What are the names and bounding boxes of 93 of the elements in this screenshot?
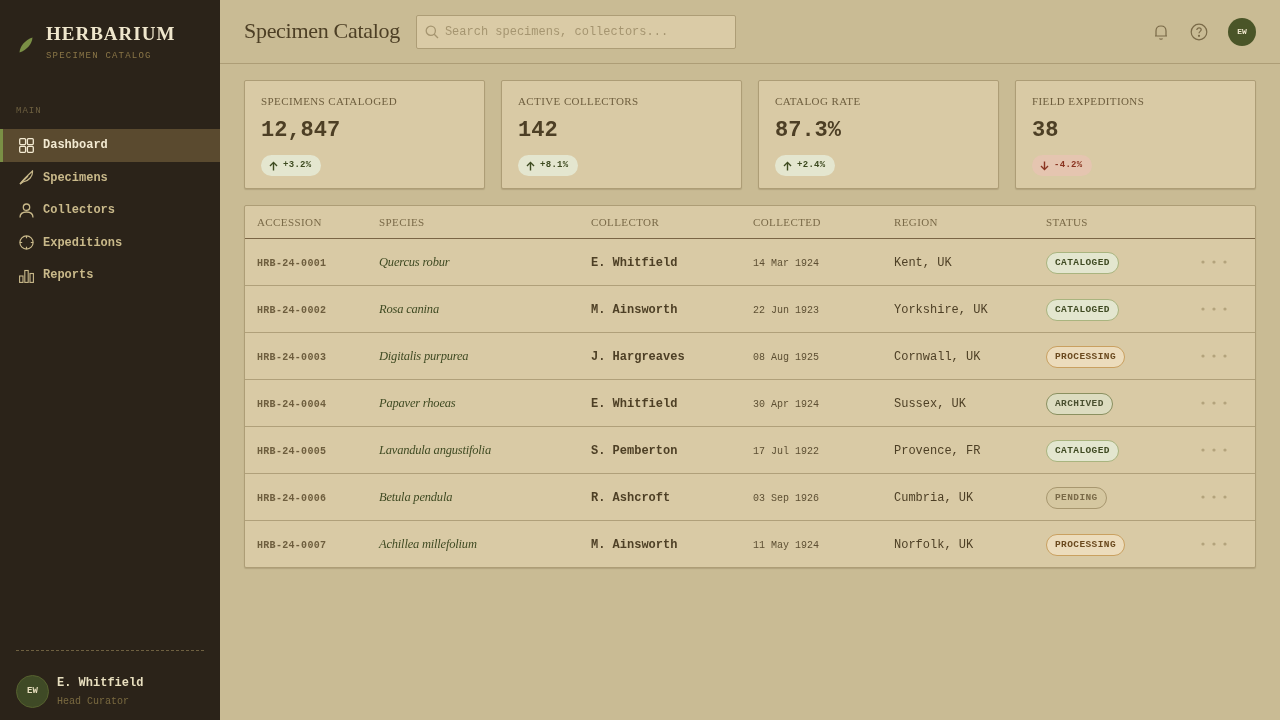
grid-icon (19, 137, 34, 153)
bell-icon[interactable] (1152, 22, 1170, 41)
user-role: Head Curator (57, 694, 130, 708)
search-icon (424, 24, 439, 39)
nav-item[interactable]: Reports (0, 259, 220, 292)
collected-date: 30 Apr 1924 (753, 398, 819, 410)
leaf-logo-icon (18, 37, 34, 53)
stat-value: 87.3% (775, 118, 841, 144)
nav-item[interactable]: Specimens (0, 161, 220, 194)
column-header: COLLECTED (741, 206, 882, 238)
compass-icon (19, 235, 34, 251)
collector-name: M. Ainsworth (591, 302, 678, 317)
region-text: Kent, UK (894, 255, 952, 270)
collected-date: 11 May 1924 (753, 539, 819, 551)
stat-value: 12,847 (261, 118, 341, 144)
collected-date: 03 Sep 1926 (753, 492, 819, 504)
collected-date: 08 Aug 1925 (753, 351, 819, 363)
species-name: Achillea millefolium (379, 536, 477, 551)
collector-name: S. Pemberton (591, 443, 678, 458)
arrow-up-icon (783, 160, 792, 171)
nav-item[interactable]: Collectors (0, 194, 220, 227)
collector-name: J. Hargreaves (591, 349, 685, 364)
help-icon[interactable] (1190, 22, 1208, 41)
bar-chart-icon (19, 267, 34, 283)
brand-subtitle: SPECIMEN CATALOG (46, 50, 153, 62)
species-name: Quercus robur (379, 254, 450, 269)
column-header: STATUS (1034, 206, 1181, 238)
collected-date: 17 Jul 1922 (753, 445, 819, 457)
collector-name: R. Ashcroft (591, 490, 671, 505)
arrow-up-icon (526, 160, 535, 171)
region-text: Norfolk, UK (894, 537, 974, 552)
more-icon[interactable] (1201, 306, 1227, 311)
trend-badge: +8.1% (518, 155, 578, 176)
status-tag: PROCESSING (1046, 346, 1125, 368)
brand-title: HERBARIUM (46, 24, 176, 44)
accession-number: HRB-24-0002 (257, 304, 327, 316)
region-text: Provence, FR (894, 443, 981, 458)
trend-badge: -4.2% (1032, 155, 1092, 176)
more-icon[interactable] (1201, 353, 1227, 358)
person-icon (19, 202, 34, 218)
collector-name: E. Whitfield (591, 396, 678, 411)
accession-number: HRB-24-0007 (257, 539, 327, 551)
status-tag: CATALOGED (1046, 299, 1119, 321)
more-icon[interactable] (1201, 400, 1227, 405)
nav-item[interactable]: Expeditions (0, 226, 220, 259)
accession-number: HRB-24-0004 (257, 398, 327, 410)
user-avatar[interactable]: EW (1228, 17, 1256, 46)
status-tag: ARCHIVED (1046, 393, 1113, 415)
user-avatar: EW (16, 675, 49, 708)
species-name: Rosa canina (379, 301, 439, 316)
nav-item[interactable]: Dashboard (0, 129, 220, 162)
stat-label: CATALOG RATE (775, 94, 861, 108)
accession-number: HRB-24-0006 (257, 492, 327, 504)
column-header: COLLECTOR (579, 206, 741, 238)
leaf-icon (19, 170, 34, 186)
more-icon[interactable] (1201, 494, 1227, 499)
accession-number: HRB-24-0005 (257, 445, 327, 457)
stat-value: 142 (518, 118, 558, 144)
section-label: MAIN (15, 105, 43, 117)
region-text: Yorkshire, UK (894, 302, 988, 317)
column-header: REGION (882, 206, 1034, 238)
region-text: Cumbria, UK (894, 490, 974, 505)
trend-badge: +2.4% (775, 155, 835, 176)
stat-label: FIELD EXPEDITIONS (1032, 94, 1145, 108)
region-text: Cornwall, UK (894, 349, 981, 364)
status-tag: CATALOGED (1046, 252, 1119, 274)
user-name: E. Whitfield (57, 675, 144, 691)
species-name: Lavandula angustifolia (379, 442, 491, 457)
stat-value: 38 (1032, 118, 1059, 144)
region-text: Sussex, UK (894, 396, 966, 411)
accession-number: HRB-24-0001 (257, 257, 327, 269)
species-name: Betula pendula (379, 489, 453, 504)
collector-name: E. Whitfield (591, 255, 678, 270)
arrow-up-icon (269, 160, 278, 171)
species-name: Papaver rhoeas (379, 395, 456, 410)
status-tag: PENDING (1046, 487, 1107, 509)
species-name: Digitalis purpurea (379, 348, 469, 363)
collector-name: M. Ainsworth (591, 537, 678, 552)
stat-label: ACTIVE COLLECTORS (518, 94, 639, 108)
status-tag: PROCESSING (1046, 534, 1125, 557)
status-tag: CATALOGED (1046, 440, 1119, 462)
page-title: Specimen Catalog (244, 18, 400, 45)
accession-number: HRB-24-0003 (257, 351, 327, 363)
more-icon[interactable] (1201, 541, 1227, 546)
column-header: SPECIES (367, 206, 579, 238)
stat-label: SPECIMENS CATALOGED (261, 94, 397, 108)
more-icon[interactable] (1201, 259, 1227, 264)
more-icon[interactable] (1201, 447, 1227, 452)
collected-date: 22 Jun 1923 (753, 304, 819, 316)
column-header: ACCESSION (245, 206, 367, 238)
collected-date: 14 Mar 1924 (753, 257, 819, 269)
trend-badge: +3.2% (261, 155, 321, 176)
arrow-down-icon (1040, 160, 1049, 171)
